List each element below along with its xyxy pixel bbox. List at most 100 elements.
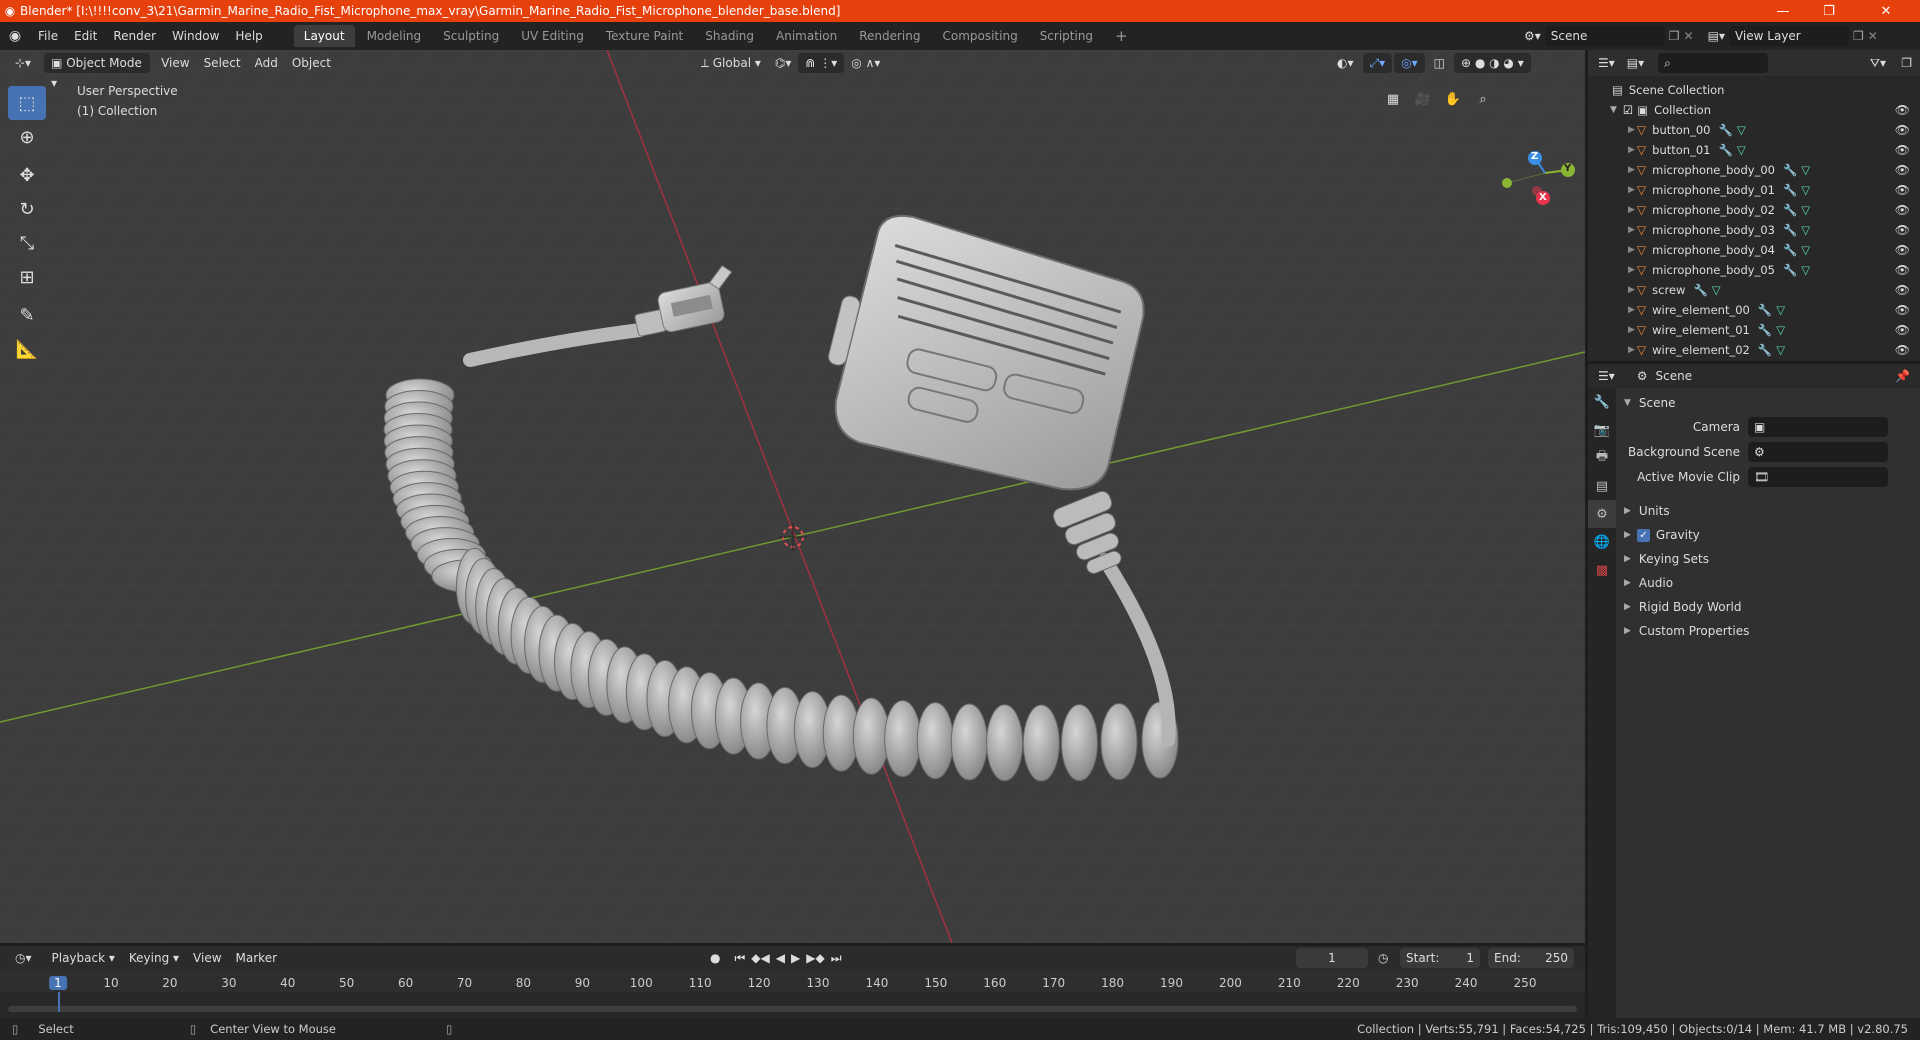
timeline-menu-keying[interactable]: Keying ▾ [122, 948, 186, 968]
modifier-icon[interactable]: 🔧 [1718, 123, 1732, 137]
select-box-tool-icon[interactable]: ⬚ [8, 86, 46, 120]
outliner-object-row[interactable]: ▶ ▽ screw 🔧 ▽ 👁 [1588, 280, 1920, 300]
outliner-search-input[interactable]: ⌕ [1658, 53, 1769, 73]
jump-start-icon[interactable]: ⏮ [734, 951, 745, 966]
expand-object-icon[interactable]: ▶ [1628, 225, 1635, 235]
tab-modeling[interactable]: Modeling [357, 25, 432, 47]
remove-scene-icon[interactable]: ✕ [1684, 29, 1694, 43]
outliner-object-row[interactable]: ▶ ▽ microphone_body_05 🔧 ▽ 👁 [1588, 260, 1920, 280]
scene-panel-header[interactable]: ▼ Scene [1624, 392, 1920, 414]
timeline[interactable]: 1 10 20 30 40 50 60 70 80 90 100 110 120 130 140 150 160… [0, 970, 1585, 1018]
tab-sculpting[interactable]: Sculpting [433, 25, 509, 47]
camera-view-icon[interactable]: 🎥 [1410, 86, 1436, 112]
transform-tool-icon[interactable]: ⊞ [8, 260, 46, 294]
object-visibility-icon[interactable]: 👁 [1895, 123, 1910, 137]
units-panel-header[interactable]: ▶ Units [1624, 500, 1920, 522]
measure-tool-icon[interactable]: 📐 [8, 332, 46, 366]
outliner-editor-type-icon[interactable]: ☰▾ [1598, 56, 1615, 70]
view-layer-icon[interactable]: ▤▾ [1708, 29, 1725, 43]
modifier-icon[interactable]: 🔧 [1783, 203, 1797, 217]
view-layer-field[interactable]: View Layer [1728, 26, 1849, 46]
object-visibility-icon[interactable]: 👁 [1895, 243, 1910, 257]
minimize-button[interactable]: — [1760, 0, 1806, 22]
object-visibility-icon[interactable]: 👁 [1895, 203, 1910, 217]
expand-object-icon[interactable]: ▶ [1628, 145, 1635, 155]
proportional-editing-icon[interactable]: ◎ ∧▾ [844, 53, 887, 73]
collection-visibility-icon[interactable]: 👁 [1895, 103, 1910, 117]
overlay-toggle-icon[interactable]: ◎▾ [1394, 53, 1425, 73]
tab-shading[interactable]: Shading [695, 25, 764, 47]
modifier-icon[interactable]: 🔧 [1693, 283, 1707, 297]
mesh-data-icon[interactable]: ▽ [1801, 223, 1810, 237]
mode-select[interactable]: ▣ Object Mode ▾ [44, 53, 151, 90]
menu-help[interactable]: Help [227, 22, 270, 50]
viewport-menu-view[interactable]: View [154, 53, 196, 73]
new-collection-icon[interactable]: ❐ [1901, 56, 1912, 70]
annotate-tool-icon[interactable]: ✎ [8, 298, 46, 332]
outliner-object-row[interactable]: ▶ ▽ microphone_body_01 🔧 ▽ 👁 [1588, 180, 1920, 200]
timeline-menu-marker[interactable]: Marker [229, 948, 284, 968]
new-view-layer-icon[interactable]: ❐ [1853, 29, 1864, 43]
3d-viewport[interactable]: Y Z X [0, 50, 1585, 943]
close-button[interactable]: ✕ [1852, 0, 1920, 22]
tab-scripting[interactable]: Scripting [1030, 25, 1103, 47]
tab-rendering[interactable]: Rendering [849, 25, 930, 47]
object-visibility-icon[interactable]: 👁 [1895, 223, 1910, 237]
view-layer-tab-icon[interactable]: ▤ [1588, 472, 1616, 500]
outliner-object-row[interactable]: ▶ ▽ wire_element_00 🔧 ▽ 👁 [1588, 300, 1920, 320]
pan-view-icon[interactable]: ✋ [1440, 86, 1466, 112]
object-visibility-icon[interactable]: 👁 [1895, 163, 1910, 177]
keying-sets-panel-header[interactable]: ▶ Keying Sets [1624, 548, 1920, 570]
mesh-data-icon[interactable]: ▽ [1801, 263, 1810, 277]
move-tool-icon[interactable]: ✥ [8, 158, 46, 192]
expand-object-icon[interactable]: ▶ [1628, 345, 1635, 355]
expand-object-icon[interactable]: ▶ [1628, 285, 1635, 295]
gravity-checkbox[interactable]: ✓ [1636, 528, 1650, 542]
mesh-data-icon[interactable]: ▽ [1776, 323, 1785, 337]
toggle-grid-icon[interactable]: ▦ [1380, 86, 1406, 112]
expand-object-icon[interactable]: ▶ [1628, 305, 1635, 315]
timeline-editor-type-icon[interactable]: ◷▾ [8, 948, 39, 968]
add-workspace-icon[interactable]: + [1105, 25, 1138, 47]
zoom-view-icon[interactable]: ⌕ [1470, 86, 1496, 112]
record-button-icon[interactable]: ● [710, 951, 720, 966]
viewport-menu-select[interactable]: Select [197, 53, 248, 73]
object-visibility-icon[interactable]: 👁 [1895, 323, 1910, 337]
collection-checkbox[interactable]: ☑ [1623, 103, 1633, 117]
outliner-scene-collection[interactable]: ▤ Scene Collection [1588, 80, 1920, 100]
tab-uv-editing[interactable]: UV Editing [511, 25, 594, 47]
timeline-menu-view[interactable]: View [186, 948, 228, 968]
audio-panel-header[interactable]: ▶ Audio [1624, 572, 1920, 594]
gizmo-y-label[interactable]: Y [1564, 163, 1571, 174]
expand-object-icon[interactable]: ▶ [1628, 205, 1635, 215]
blender-menu-icon[interactable]: ◉ [0, 28, 30, 44]
xray-toggle-icon[interactable]: ◫ [1427, 53, 1452, 73]
rotate-tool-icon[interactable]: ↻ [8, 192, 46, 226]
mesh-data-icon[interactable]: ▽ [1737, 143, 1746, 157]
modifier-icon[interactable]: 🔧 [1783, 243, 1797, 257]
scene-icon[interactable]: ⚙▾ [1524, 29, 1541, 43]
output-tab-icon[interactable]: 🖶 [1588, 444, 1616, 472]
menu-render[interactable]: Render [105, 22, 164, 50]
expand-object-icon[interactable]: ▶ [1628, 245, 1635, 255]
tool-tab-icon[interactable]: 🔧 [1588, 388, 1616, 416]
editor-type-icon[interactable]: ⊹▾ [8, 53, 38, 73]
texture-tab-icon[interactable]: ▩ [1588, 556, 1616, 584]
modifier-icon[interactable]: 🔧 [1783, 183, 1797, 197]
gravity-panel-header[interactable]: ▶ ✓ Gravity [1624, 524, 1920, 546]
scene-field[interactable]: Scene [1544, 26, 1665, 46]
world-tab-icon[interactable]: 🌐 [1588, 528, 1616, 556]
expand-object-icon[interactable]: ▶ [1628, 125, 1635, 135]
pivot-point-icon[interactable]: ⌬▾ [768, 53, 799, 73]
outliner-object-row[interactable]: ▶ ▽ wire_element_02 🔧 ▽ 👁 [1588, 340, 1920, 360]
modifier-icon[interactable]: 🔧 [1783, 163, 1797, 177]
start-frame-field[interactable]: Start: 1 [1400, 948, 1480, 968]
outliner-object-row[interactable]: ▶ ▽ button_01 🔧 ▽ 👁 [1588, 140, 1920, 160]
menu-window[interactable]: Window [164, 22, 227, 50]
expand-object-icon[interactable]: ▶ [1628, 185, 1635, 195]
scale-tool-icon[interactable]: ⤡ [8, 226, 46, 260]
expand-object-icon[interactable]: ▶ [1628, 325, 1635, 335]
jump-keyframe-forward-icon[interactable]: ▶◆ [806, 951, 824, 966]
background-scene-field[interactable]: ⚙ [1748, 442, 1888, 462]
object-visibility-icon[interactable]: 👁 [1895, 263, 1910, 277]
